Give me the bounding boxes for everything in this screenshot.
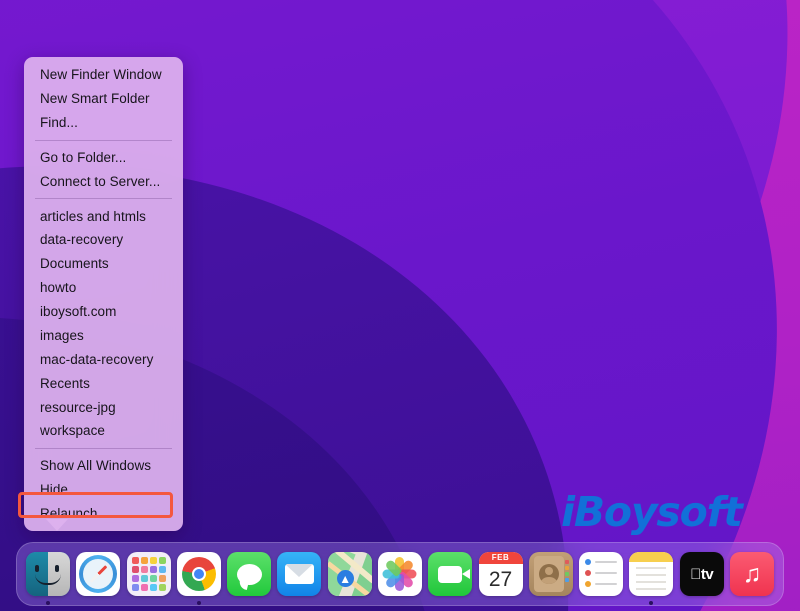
- finder-context-menu[interactable]: New Finder Window New Smart Folder Find.…: [24, 57, 183, 531]
- dock-item-calendar[interactable]: FEB 27: [479, 552, 523, 596]
- menu-item-resource-jpg[interactable]: resource-jpg: [24, 395, 183, 419]
- dock-item-finder[interactable]: [26, 552, 70, 596]
- menu-separator: [35, 198, 172, 199]
- menu-item-images[interactable]: images: [24, 324, 183, 348]
- messages-icon: [227, 552, 271, 596]
- dock-item-notes[interactable]: [629, 552, 673, 596]
- menu-item-hide[interactable]: Hide: [24, 478, 183, 502]
- appletv-icon: tv: [680, 552, 724, 596]
- menu-separator: [35, 448, 172, 449]
- context-menu-pointer-arrow: [46, 519, 68, 531]
- dock-item-mail[interactable]: [277, 552, 321, 596]
- iboysoft-watermark: iBoysoft: [561, 488, 742, 536]
- facetime-icon: [428, 552, 472, 596]
- dock-item-reminders[interactable]: [579, 552, 623, 596]
- mail-icon: [277, 552, 321, 596]
- dock-item-maps[interactable]: ▲: [328, 552, 372, 596]
- menu-item-howto[interactable]: howto: [24, 276, 183, 300]
- dock-item-chrome[interactable]: [177, 552, 221, 596]
- menu-item-connect-to-server[interactable]: Connect to Server...: [24, 170, 183, 194]
- menu-item-mac-data-recovery[interactable]: mac-data-recovery: [24, 348, 183, 372]
- running-indicator-notes: [649, 601, 653, 605]
- music-icon: ♫: [730, 552, 774, 596]
- dock-item-safari[interactable]: [76, 552, 120, 596]
- menu-item-documents[interactable]: Documents: [24, 252, 183, 276]
- menu-item-go-to-folder[interactable]: Go to Folder...: [24, 146, 183, 170]
- dock-item-messages[interactable]: [227, 552, 271, 596]
- menu-item-recents[interactable]: Recents: [24, 372, 183, 396]
- menu-item-find[interactable]: Find...: [24, 111, 183, 135]
- dock-item-facetime[interactable]: [428, 552, 472, 596]
- menu-item-new-smart-folder[interactable]: New Smart Folder: [24, 87, 183, 111]
- reminders-icon: [579, 552, 623, 596]
- dock-item-photos[interactable]: [378, 552, 422, 596]
- dock[interactable]: ▲ FEB 27: [16, 542, 784, 606]
- maps-icon: ▲: [328, 552, 372, 596]
- calendar-icon: FEB 27: [479, 552, 523, 596]
- calendar-month-label: FEB: [479, 552, 523, 564]
- menu-item-iboysoft-com[interactable]: iboysoft.com: [24, 300, 183, 324]
- calendar-day-label: 27: [479, 564, 523, 596]
- dock-item-appletv[interactable]: tv: [680, 552, 724, 596]
- menu-item-data-recovery[interactable]: data-recovery: [24, 228, 183, 252]
- menu-item-workspace[interactable]: workspace: [24, 419, 183, 443]
- running-indicator-finder: [46, 601, 50, 605]
- safari-icon: [76, 552, 120, 596]
- running-indicator-chrome: [197, 601, 201, 605]
- menu-item-new-finder-window[interactable]: New Finder Window: [24, 63, 183, 87]
- dock-item-launchpad[interactable]: [127, 552, 171, 596]
- notes-icon: [629, 552, 673, 596]
- finder-icon: [26, 552, 70, 596]
- contacts-icon: [529, 552, 573, 596]
- launchpad-icon: [127, 552, 171, 596]
- menu-item-show-all-windows[interactable]: Show All Windows: [24, 454, 183, 478]
- dock-item-contacts[interactable]: [529, 552, 573, 596]
- chrome-icon: [177, 552, 221, 596]
- dock-item-music[interactable]: ♫: [730, 552, 774, 596]
- menu-separator: [35, 140, 172, 141]
- photos-icon: [378, 552, 422, 596]
- menu-item-articles-and-htmls[interactable]: articles and htmls: [24, 204, 183, 228]
